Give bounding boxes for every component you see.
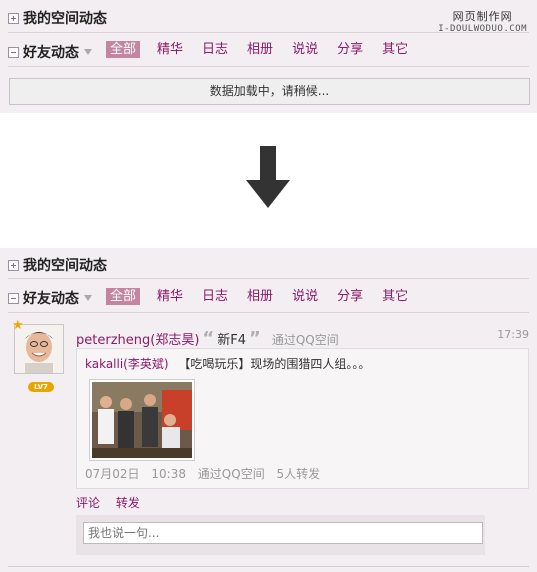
collapse-icon[interactable] <box>8 292 19 304</box>
section-title: 我的空间动态 <box>23 258 107 274</box>
feed-title: 好友动态 <box>23 291 79 307</box>
expand-icon[interactable] <box>8 259 19 271</box>
down-arrow-icon <box>246 146 290 208</box>
tab-status[interactable]: 说说 <box>290 288 320 305</box>
top-panel: 我的空间动态 网页制作网 I-DOULWODUO.COM 好友动态 全部 精华 … <box>0 0 537 113</box>
tab-featured[interactable]: 精华 <box>155 41 185 58</box>
source-label[interactable]: 通过QQ空间 <box>272 331 339 348</box>
forwarded-post: kakalli(李英斌) 【吃喝玩乐】现场的围猎四人组。。。 07月02日 10… <box>76 348 529 489</box>
feed-title-text[interactable]: 新F4 <box>217 329 246 348</box>
forward-time: 10:38 <box>151 467 186 481</box>
feed-content: peterzheng(郑志昊) “ 新F4 ” 通过QQ空间 17:39 kak… <box>76 328 529 555</box>
dropdown-icon[interactable] <box>84 49 92 55</box>
section-header[interactable]: 我的空间动态 <box>8 255 107 275</box>
section-title: 我的空间动态 <box>23 11 107 27</box>
feed-actions: 评论 转发 <box>76 494 152 511</box>
tab-blog[interactable]: 日志 <box>200 288 230 305</box>
feed-tabs: 全部 精华 日志 相册 说说 分享 其它 <box>106 288 425 305</box>
tab-blog[interactable]: 日志 <box>200 41 230 58</box>
photo-image <box>92 382 192 458</box>
comment-area <box>76 515 485 555</box>
post-photo[interactable] <box>89 379 195 461</box>
tab-album[interactable]: 相册 <box>245 41 275 58</box>
collapse-icon[interactable] <box>8 46 19 58</box>
divider <box>8 566 529 567</box>
forward-source[interactable]: 通过QQ空间 <box>198 467 265 481</box>
level-badge: LV7 <box>28 382 54 392</box>
open-quote-icon: “ <box>202 328 215 349</box>
tab-album[interactable]: 相册 <box>245 288 275 305</box>
tab-other[interactable]: 其它 <box>380 41 410 58</box>
tab-status[interactable]: 说说 <box>290 41 320 58</box>
watermark-logo: 网页制作网 I-DOULWODUO.COM <box>438 10 527 34</box>
repost-button[interactable]: 转发 <box>116 496 140 510</box>
divider <box>8 278 529 279</box>
tab-share[interactable]: 分享 <box>335 288 365 305</box>
repost-count[interactable]: 5人转发 <box>277 467 321 481</box>
forward-meta: 07月02日 10:38 通过QQ空间 5人转发 <box>85 465 328 482</box>
comment-button[interactable]: 评论 <box>76 496 100 510</box>
tab-other[interactable]: 其它 <box>380 288 410 305</box>
tab-featured[interactable]: 精华 <box>155 288 185 305</box>
avatar-block[interactable]: ★ LV7 <box>12 318 64 392</box>
close-quote-icon: ” <box>248 328 261 349</box>
section-header[interactable]: 我的空间动态 <box>8 8 107 28</box>
forward-date: 07月02日 <box>85 467 140 481</box>
feed-headline: peterzheng(郑志昊) “ 新F4 ” 通过QQ空间 <box>76 328 529 349</box>
divider <box>8 312 529 313</box>
divider <box>8 66 529 67</box>
dropdown-icon[interactable] <box>84 295 92 301</box>
author-link[interactable]: peterzheng(郑志昊) <box>76 329 199 348</box>
tab-all[interactable]: 全部 <box>106 41 141 58</box>
timestamp: 17:39 <box>497 328 529 341</box>
feed-title: 好友动态 <box>23 45 79 61</box>
vip-crown-icon: ★ <box>12 318 24 333</box>
forward-author-link[interactable]: kakalli(李英斌) <box>85 357 169 371</box>
forwarded-line: kakalli(李英斌) 【吃喝玩乐】现场的围猎四人组。。。 <box>85 355 370 372</box>
feed-tabs: 全部 精华 日志 相册 说说 分享 其它 <box>106 41 425 58</box>
divider <box>8 32 529 33</box>
expand-icon[interactable] <box>8 12 19 24</box>
feed-header[interactable]: 好友动态 <box>8 42 92 62</box>
forward-text: 【吃喝玩乐】现场的围猎四人组。。。 <box>178 357 371 371</box>
tab-share[interactable]: 分享 <box>335 41 365 58</box>
tab-all[interactable]: 全部 <box>106 288 141 305</box>
comment-input[interactable] <box>83 522 483 544</box>
feed-header[interactable]: 好友动态 <box>8 288 92 308</box>
loading-message: 数据加载中，请稍候... <box>9 78 530 105</box>
